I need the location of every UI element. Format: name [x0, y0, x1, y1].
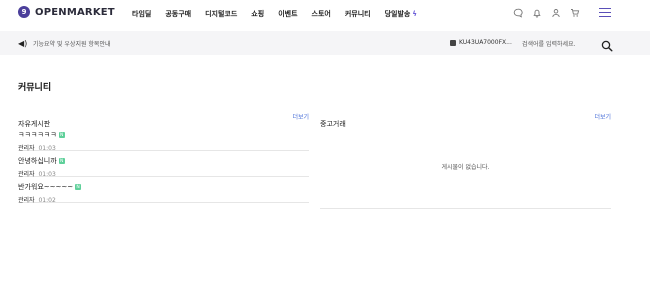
- top-header: 9 OPENMARKET 타임딜 공동구매 디지털코드 쇼핑 이벤트 스토어 커…: [0, 0, 650, 28]
- lightning-icon: ϟ: [412, 10, 417, 18]
- free-board-section: 자유게시판 더보기 ㅋㅋㅋㅋㅋㅋ N 관리자 01:03 안녕하십니까 N 관리…: [18, 111, 309, 204]
- user-icon[interactable]: [550, 7, 562, 19]
- nav-item-sameday-label: 당일발송: [384, 10, 411, 18]
- post-time: 01:03: [38, 145, 56, 152]
- new-badge: N: [58, 132, 65, 138]
- hamburger-icon[interactable]: [599, 8, 611, 18]
- nav-item-store[interactable]: 스토어: [312, 9, 331, 19]
- post-title[interactable]: 반가워요~~~~~: [18, 182, 73, 192]
- list-item[interactable]: ㅋㅋㅋㅋㅋㅋ N 관리자 01:03: [18, 125, 309, 152]
- free-board-more-link[interactable]: 더보기: [292, 112, 309, 121]
- free-board-header: 자유게시판 더보기: [18, 111, 309, 128]
- post-author: 관리자: [18, 171, 35, 178]
- notice-text[interactable]: 기능요약 및 우상지원 항목안내: [33, 39, 110, 48]
- speaker-icon: ◀): [18, 39, 28, 48]
- bell-icon[interactable]: [531, 7, 543, 19]
- nav-item-timedeal[interactable]: 타임딜: [132, 9, 151, 19]
- header-icons: [512, 7, 588, 19]
- hamburger-line: [599, 8, 611, 10]
- logo-mark: 9: [18, 6, 30, 18]
- cart-icon[interactable]: [569, 7, 581, 19]
- hamburger-line: [599, 11, 611, 14]
- post-title-row: ㅋㅋㅋㅋㅋㅋ N: [18, 130, 309, 140]
- list-item[interactable]: 반가워요~~~~~ N 관리자 01:02: [18, 177, 309, 204]
- new-badge: N: [58, 158, 65, 164]
- logo-text: OPENMARKET: [35, 6, 115, 18]
- nav-item-sameday[interactable]: 당일발송 ϟ: [385, 9, 417, 19]
- post-time: 01:03: [38, 171, 56, 178]
- new-badge: N: [75, 184, 82, 190]
- search-icon[interactable]: [601, 37, 613, 52]
- nav-item-event[interactable]: 이벤트: [278, 9, 297, 19]
- chat-icon[interactable]: [512, 7, 524, 19]
- wallet-icon: [450, 39, 456, 46]
- empty-state: 게시물이 없습니다.: [320, 125, 611, 209]
- nav-item-groupbuy[interactable]: 공동구매: [165, 9, 191, 19]
- used-trade-more-link[interactable]: 더보기: [594, 112, 611, 121]
- main-nav: 타임딜 공동구매 디지털코드 쇼핑 이벤트 스토어 커뮤니티 당일발송 ϟ: [132, 9, 431, 19]
- post-author: 관리자: [18, 145, 35, 152]
- wallet-text: KU43UA7000FX...: [459, 39, 512, 46]
- logo[interactable]: 9 OPENMARKET: [18, 6, 115, 18]
- page-title: 커뮤니티: [18, 83, 52, 93]
- list-item[interactable]: 안녕하십니까 N 관리자 01:03: [18, 151, 309, 178]
- post-author: 관리자: [18, 197, 35, 204]
- empty-message: 게시물이 없습니다.: [441, 164, 490, 171]
- notice-search-bar: ◀) 기능요약 및 우상지원 항목안내 KU43UA7000FX... 검색어를…: [0, 31, 650, 55]
- nav-item-community[interactable]: 커뮤니티: [345, 9, 371, 19]
- post-time: 01:02: [38, 197, 56, 204]
- used-trade-header: 중고거래 더보기: [320, 111, 611, 128]
- post-title-row: 안녕하십니까 N: [18, 156, 309, 166]
- used-trade-section: 중고거래 더보기 게시물이 없습니다.: [320, 111, 611, 209]
- post-title[interactable]: 안녕하십니까: [18, 156, 57, 166]
- hamburger-line: [599, 15, 611, 18]
- post-title[interactable]: ㅋㅋㅋㅋㅋㅋ: [18, 130, 57, 140]
- post-meta: 관리자 01:02: [18, 195, 309, 204]
- used-trade-title[interactable]: 중고거래: [320, 120, 346, 128]
- wallet-address[interactable]: KU43UA7000FX...: [450, 39, 512, 46]
- post-title-row: 반가워요~~~~~ N: [18, 182, 309, 192]
- search-input[interactable]: 검색어를 입력하세요.: [522, 39, 576, 48]
- nav-item-digitalcode[interactable]: 디지털코드: [205, 9, 237, 19]
- nav-item-shopping[interactable]: 쇼핑: [251, 9, 264, 19]
- free-board-title[interactable]: 자유게시판: [18, 120, 50, 128]
